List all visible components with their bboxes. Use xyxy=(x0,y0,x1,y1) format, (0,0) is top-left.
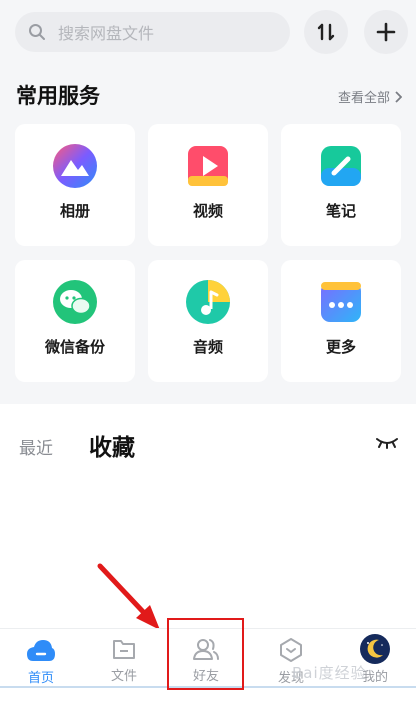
service-label: 视频 xyxy=(192,202,223,220)
service-card-wechat-backup[interactable]: 微信备份 xyxy=(15,260,135,382)
notes-icon xyxy=(321,146,361,186)
view-all-label: 查看全部 xyxy=(337,91,390,106)
nav-label: 文件 xyxy=(110,669,137,684)
service-label: 相册 xyxy=(59,202,90,220)
service-card-photos[interactable]: 相册 xyxy=(15,124,135,246)
folder-icon xyxy=(113,640,135,659)
view-all-link[interactable]: 查看全部 xyxy=(338,87,402,106)
service-label: 更多 xyxy=(325,338,356,356)
tab-recent[interactable]: 最近 xyxy=(19,434,53,459)
service-label: 笔记 xyxy=(325,202,356,220)
sort-icon xyxy=(317,23,335,41)
chevron-right-icon xyxy=(395,90,402,103)
nav-label: 首页 xyxy=(27,671,54,686)
sort-button[interactable] xyxy=(304,10,348,54)
service-label: 微信备份 xyxy=(44,338,105,356)
nav-home[interactable]: 首页 xyxy=(6,629,76,691)
tab-favorites[interactable]: 收藏 xyxy=(89,428,135,462)
profile-avatar-icon xyxy=(360,634,390,664)
search-placeholder: 搜索网盘文件 xyxy=(58,24,155,43)
audio-icon xyxy=(186,280,230,324)
plus-icon xyxy=(376,22,396,42)
service-card-notes[interactable]: 笔记 xyxy=(281,124,401,246)
photo-album-icon xyxy=(53,144,97,188)
discover-icon xyxy=(280,638,302,662)
services-title: 常用服务 xyxy=(16,84,100,108)
eye-closed-icon[interactable] xyxy=(375,434,399,452)
add-button[interactable] xyxy=(364,10,408,54)
service-label: 音频 xyxy=(192,338,223,356)
service-card-audio[interactable]: 音频 xyxy=(148,260,268,382)
watermark: Bai度经验 xyxy=(292,664,367,682)
service-card-more[interactable]: 更多 xyxy=(281,260,401,382)
video-icon xyxy=(188,146,228,186)
search-icon xyxy=(29,24,45,40)
service-card-video[interactable]: 视频 xyxy=(148,124,268,246)
wechat-backup-icon xyxy=(53,280,97,324)
annotation-highlight-box xyxy=(167,618,244,690)
home-cloud-icon xyxy=(27,640,55,661)
nav-files[interactable]: 文件 xyxy=(89,629,159,691)
more-icon xyxy=(321,282,361,322)
search-input[interactable]: 搜索网盘文件 xyxy=(15,12,290,52)
